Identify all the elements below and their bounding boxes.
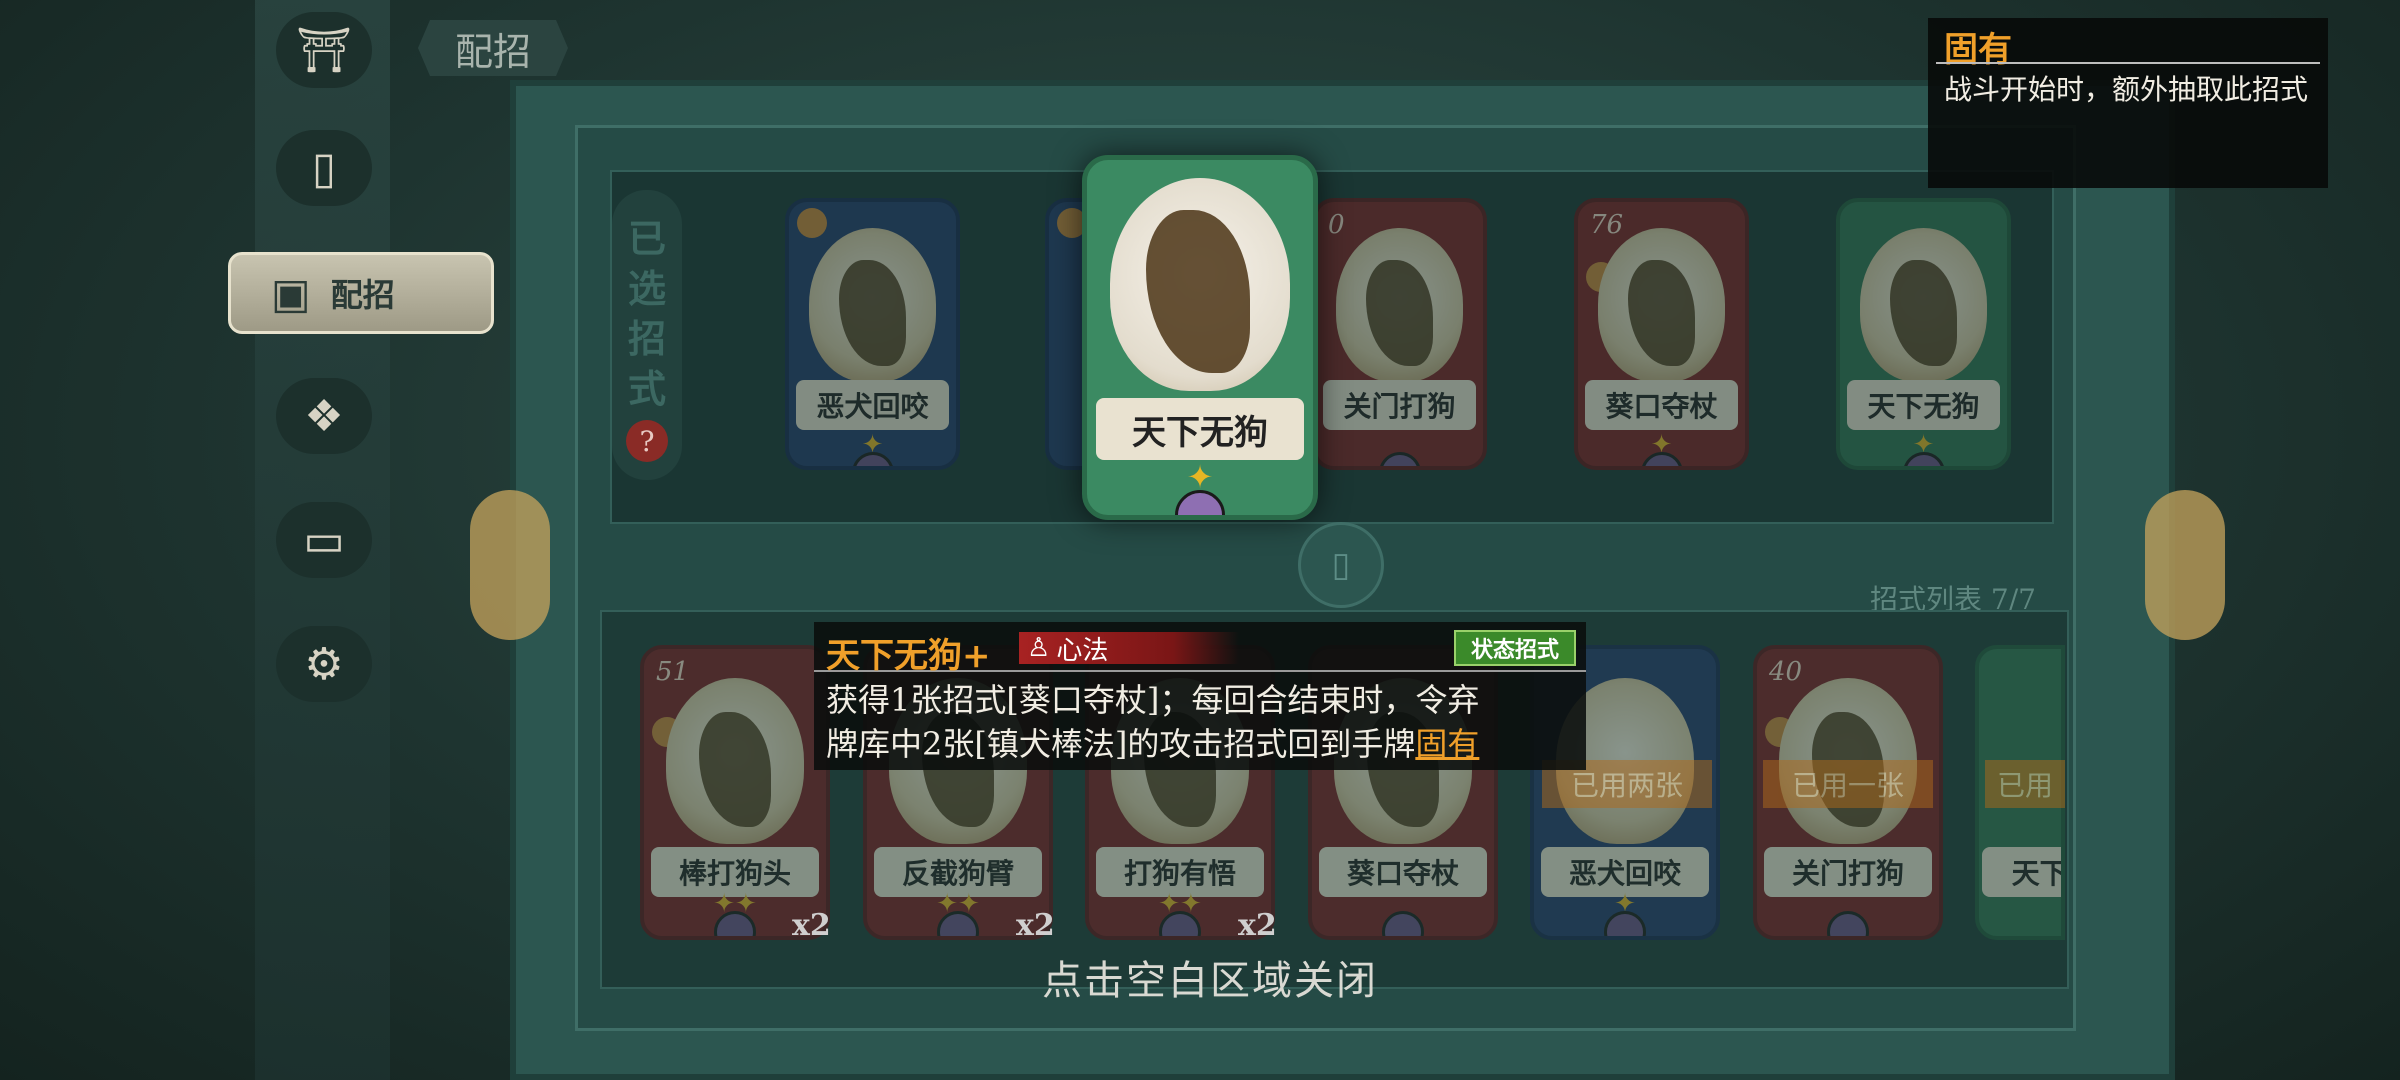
used-badge: 已用一张 [1763,760,1933,808]
description-line: 获得1张招式[葵口夺杖]；每回合结束时，令弃 [826,681,1480,719]
used-badge: 已用 [1985,760,2065,808]
card-name: 葵口夺杖 [1319,847,1487,897]
right-knob [2145,490,2225,640]
selected-card[interactable]: 恶犬回咬 ✦ [785,198,960,470]
label-char: 式 [627,366,666,411]
share-icon[interactable]: ⚙ [276,626,372,702]
selected-card[interactable]: 76 葵口夺杖 ✦ [1574,198,1749,470]
card-detail-tooltip: 天下无狗+ ♙ 心法 状态招式 获得1张招式[葵口夺杖]；每回合结束时，令弃 牌… [814,622,1586,770]
gem-icon [1382,911,1424,936]
card-type-label: 心法 [1056,635,1109,666]
card-cost: 40 [1769,657,1803,687]
mantra-icon: ♙ [1027,633,1051,663]
selected-card[interactable]: 天下无狗 ✦ [1836,198,2011,470]
cards-icon[interactable]: ▯ [276,130,372,206]
gem-icon [1378,452,1421,466]
card-icon[interactable]: ▭ [276,502,372,578]
skill-tree-icon[interactable]: ❖ [276,378,372,454]
card-multiplier: x2 [1238,908,1277,943]
card-name: 恶犬回咬 [795,380,950,430]
deck-medal-icon: ▯ [1298,522,1384,608]
manage-moves-icon: ▣ [271,268,311,318]
page-title: 配招 [418,20,568,76]
card-name: 关门打狗 [1764,847,1932,897]
help-icon[interactable]: ? [626,420,668,462]
nav-item-manage-moves[interactable]: ▣ 配招 [228,252,494,334]
card-name: 天下无狗 [1096,398,1304,460]
left-knob [470,490,550,640]
gem-icon [1827,911,1869,936]
card-multiplier: x2 [1016,908,1055,943]
description-line: 牌库中2张[镇犬棒法]的攻击招式回到手牌固有 [826,722,1576,766]
close-hint: 点击空白区域关闭 [1042,958,1378,1004]
tooltip-card-name: 天下无狗+ [826,636,991,676]
featured-card[interactable]: 天下无狗 ✦ [1082,155,1318,520]
keyword-link[interactable]: 固有 [1415,725,1479,763]
card-name: 葵口夺杖 [1584,380,1739,430]
tooltip-header: 天下无狗+ ♙ 心法 状态招式 [814,622,1586,676]
pavilion-icon[interactable]: ⛩ [276,12,372,88]
card-cost: 76 [1590,210,1624,240]
card-cost: 0 [1328,210,1345,240]
label-char: 招 [627,316,666,361]
card-type-banner: ♙ 心法 [1019,632,1239,666]
card-name: 关门打狗 [1322,380,1477,430]
keyword-description: 战斗开始时，额外抽取此招式 [1944,73,2309,106]
tooltip-description: 获得1张招式[葵口夺杖]；每回合结束时，令弃 牌库中2张[镇犬棒法]的攻击招式回… [826,678,1576,766]
keyword-tooltip: 固有 战斗开始时，额外抽取此招式 [1928,18,2328,188]
label-char: 已 [627,216,666,261]
nav-item-label: 配招 [330,276,395,314]
card-name: 天下无狗 [1846,380,2001,430]
status-tag: 状态招式 [1454,630,1576,666]
list-card[interactable]: 51 棒打狗头 ✦✦ [640,645,830,940]
description-text: 牌库中2张[镇犬棒法]的攻击招式回到手牌 [826,725,1416,763]
card-multiplier: x2 [792,908,831,943]
label-char: 选 [627,266,666,311]
selected-card[interactable]: 0 关门打狗 [1312,198,1487,470]
divider [1936,62,2320,64]
card-cost: 51 [656,657,690,687]
badge-icon [797,208,827,238]
selected-moves-label: 已 选 招 式 ? [612,190,682,480]
card-name: 天下 [1982,847,2061,897]
